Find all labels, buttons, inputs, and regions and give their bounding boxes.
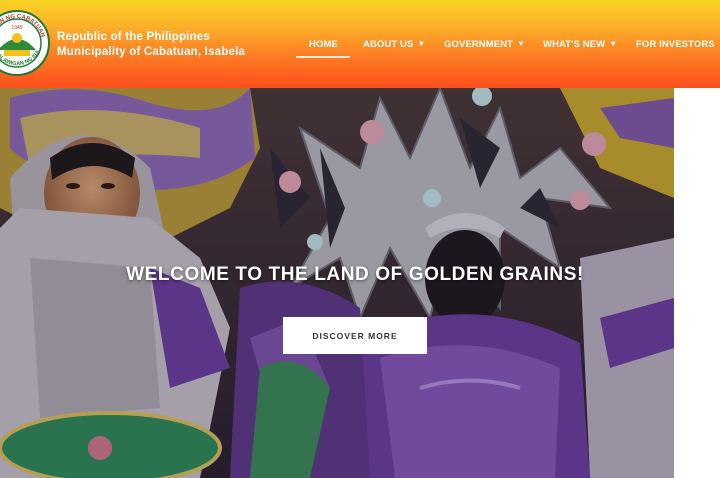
site-header: BAYAN NG CABATUAN 1949 LALAWIGAN NG ISAB… [0,0,720,88]
seal-year: 1949 [11,25,22,31]
brand-line-1: Republic of the Philippines [57,31,210,43]
site-brand[interactable]: Republic of the Philippines Municipality… [57,30,245,60]
nav-for-investors[interactable]: FOR INVESTORS ▾ [623,0,715,88]
chevron-down-icon: ▾ [611,38,616,48]
nav-government[interactable]: GOVERNMENT ▾ [431,0,530,88]
nav-whats-new[interactable]: WHAT'S NEW ▾ [530,0,623,88]
nav-government-label: GOVERNMENT [444,38,514,50]
nav-whats-new-label: WHAT'S NEW [543,38,606,50]
municipal-seal-logo[interactable]: BAYAN NG CABATUAN 1949 LALAWIGAN NG ISAB… [0,10,50,76]
nav-for-investors-label: FOR INVESTORS [636,38,715,50]
chevron-down-icon: ▾ [419,38,424,48]
nav-home[interactable]: HOME [296,0,350,88]
page-gutter [674,88,720,478]
nav-about-us-label: ABOUT US [363,38,414,50]
brand-line-2: Municipality of Cabatuan, Isabela [57,46,246,58]
hero-banner: WELCOME TO THE LAND OF GOLDEN GRAINS! DI… [0,88,674,478]
discover-more-button[interactable]: DISCOVER MORE [283,317,427,354]
nav-about-us[interactable]: ABOUT US ▾ [350,0,431,88]
nav-home-label: HOME [309,38,338,50]
main-navigation: HOME ABOUT US ▾ GOVERNMENT ▾ WHAT'S NEW … [296,0,715,88]
hero-title: WELCOME TO THE LAND OF GOLDEN GRAINS! [126,264,584,285]
chevron-down-icon: ▾ [519,38,524,48]
